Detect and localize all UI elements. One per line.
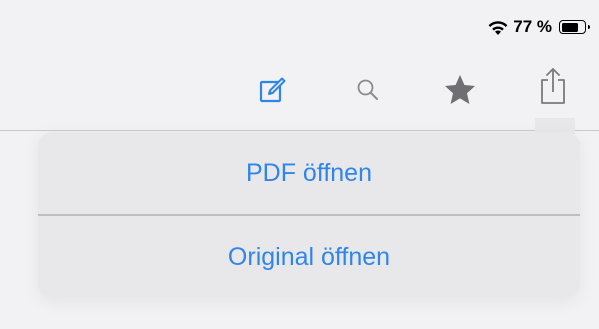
- battery-icon: [559, 20, 590, 34]
- toolbar: [0, 50, 599, 131]
- share-button[interactable]: [531, 66, 575, 106]
- star-icon: [445, 75, 475, 104]
- open-original-menu-item[interactable]: Original öffnen: [38, 216, 580, 298]
- edit-icon: [259, 77, 286, 103]
- wifi-icon: [488, 20, 508, 35]
- search-icon: [357, 79, 378, 100]
- status-bar: 77 %: [0, 0, 599, 50]
- battery-tip: [587, 24, 590, 29]
- favorite-button[interactable]: [438, 70, 482, 110]
- battery-percent: 77 %: [513, 17, 552, 36]
- edit-button[interactable]: [250, 70, 294, 110]
- share-icon: [541, 68, 565, 104]
- search-button[interactable]: [346, 70, 390, 110]
- open-pdf-menu-item[interactable]: PDF öffnen: [38, 132, 580, 214]
- share-menu-popover: PDF öffnen Original öffnen: [38, 132, 580, 298]
- battery-level-fill: [561, 22, 578, 32]
- status-indicators: 77 %: [487, 17, 590, 37]
